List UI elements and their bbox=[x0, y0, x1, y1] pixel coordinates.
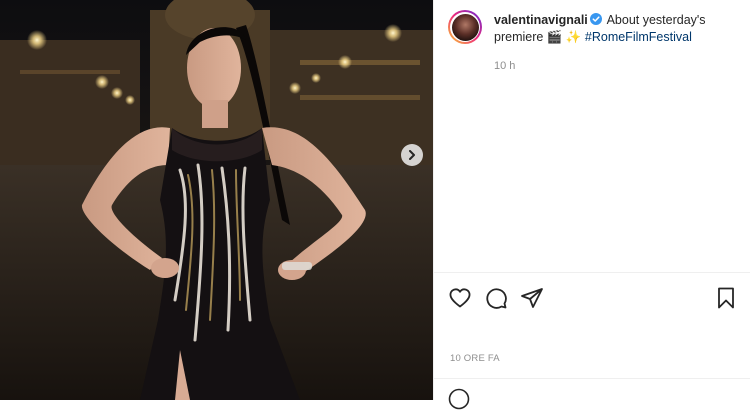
post-photo[interactable] bbox=[0, 0, 433, 400]
photo-illustration bbox=[0, 0, 433, 400]
avatar-story-ring[interactable] bbox=[448, 10, 482, 44]
verified-badge-icon bbox=[589, 13, 602, 29]
comment-button[interactable] bbox=[484, 286, 508, 310]
post-details-panel: valentinavignali About yesterday's premi… bbox=[433, 0, 750, 410]
caption-body: valentinavignali About yesterday's premi… bbox=[494, 10, 743, 45]
divider bbox=[434, 378, 750, 379]
divider bbox=[434, 272, 750, 273]
post-actions-bar bbox=[448, 286, 738, 312]
save-button[interactable] bbox=[714, 286, 738, 310]
avatar bbox=[451, 13, 479, 41]
paper-plane-icon bbox=[520, 288, 544, 314]
add-comment-row bbox=[448, 388, 743, 410]
username-link[interactable]: valentinavignali bbox=[494, 13, 588, 27]
carousel-next-button[interactable] bbox=[401, 144, 423, 166]
heart-icon bbox=[448, 288, 472, 314]
share-button[interactable] bbox=[520, 286, 544, 310]
chevron-right-icon bbox=[407, 150, 417, 160]
caption-timestamp: 10 h bbox=[494, 60, 516, 72]
hashtag-link[interactable]: #RomeFilmFestival bbox=[585, 30, 692, 44]
bookmark-icon bbox=[714, 287, 738, 314]
like-button[interactable] bbox=[448, 286, 472, 310]
comment-bubble-icon bbox=[484, 288, 508, 314]
post-timestamp: 10 ORE FA bbox=[450, 353, 500, 364]
post-caption: valentinavignali About yesterday's premi… bbox=[448, 10, 743, 45]
